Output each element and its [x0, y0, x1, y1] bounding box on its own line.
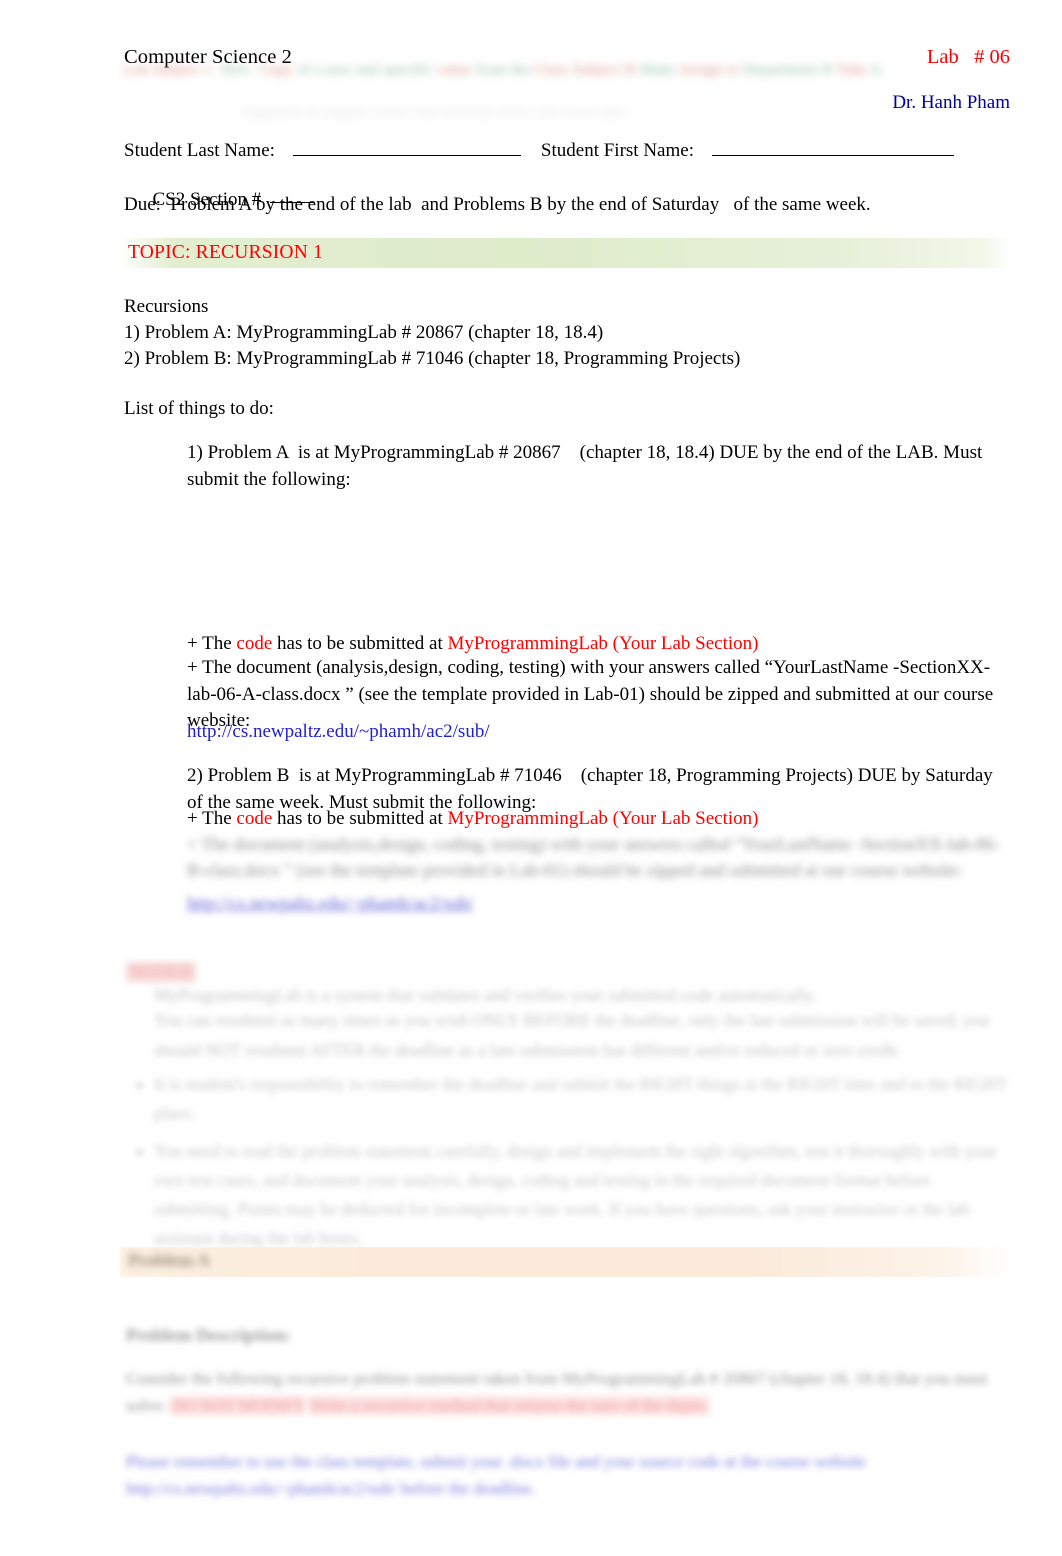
problem-section-banner: [120, 1247, 1010, 1277]
student-first-name-input[interactable]: [711, 154, 954, 156]
code-keyword: code: [236, 633, 273, 654]
student-first-name-label: Student First Name:: [540, 140, 694, 161]
problem-b-doc-bullet-blurred: + The document (analysis,design, coding,…: [187, 834, 1000, 880]
problem-b-submit-url-blurred: http://cs.newpaltz.edu/~phamh/ac2/sub/: [187, 893, 474, 913]
notice-tag: NOTICE: [126, 962, 197, 982]
course-title: Computer Science 2: [124, 46, 293, 68]
bullet-prefix: + The: [187, 808, 237, 829]
problem-a-line-1: 1) Problem A is at MyProgrammingLab # 20…: [187, 442, 983, 463]
problem-description-body: Consider the following recursive problem…: [126, 1365, 1010, 1419]
problem-a-line-2: submit the following:: [187, 468, 351, 490]
problem-a-code-bullet: + The code has to be submitted at MyProg…: [187, 631, 1010, 658]
intro-item-1: 1) Problem A: MyProgrammingLab # 20867 (…: [124, 322, 604, 343]
notice-bullet-list: It is student's responsibility to rememb…: [124, 1070, 1010, 1262]
bullet-mid: has to be submitted at: [272, 633, 448, 654]
problem-body-line-2: Write a recursive method that returns th…: [308, 1396, 710, 1415]
bullet-mid: has to be submitted at: [272, 808, 448, 829]
problem-body-line-1: Consider the following recursive problem…: [126, 1369, 988, 1415]
lab-number: Lab # 06: [926, 46, 1010, 68]
notice-bullets: It is student's responsibility to rememb…: [124, 1070, 1010, 1253]
problem-b-code-bullet: + The code has to be submitted at MyProg…: [187, 806, 1010, 833]
topic-banner: TOPIC: RECURSION 1: [120, 238, 1010, 268]
problem-a-intro: 1) Problem A is at MyProgrammingLab # 20…: [187, 440, 1010, 493]
notice-line-1: MyProgrammingLab is a system that valida…: [154, 985, 817, 1005]
problem-description-heading: Problem Description:: [126, 1325, 292, 1345]
problem-footer-text: Please remember to use the class templat…: [126, 1452, 867, 1498]
student-last-name-label: Student Last Name:: [124, 140, 275, 161]
header-subtitle-smudge: department of computer science state uni…: [244, 104, 625, 119]
code-keyword: code: [236, 808, 273, 829]
document-page: Computer Science 2 Lab # 06 Lab Subject …: [0, 0, 1062, 1556]
due-line: Due: Problem A by the end of the lab and…: [124, 194, 871, 215]
document-header: Computer Science 2 Lab # 06: [124, 46, 1010, 69]
notice-line-2: You can resubmit as many times as you wi…: [154, 1010, 990, 1060]
student-last-name-input[interactable]: [292, 154, 521, 156]
topic-banner-label: TOPIC: RECURSION 1: [128, 242, 324, 263]
list-item: You need to read the problem statement c…: [154, 1137, 1010, 1253]
list-item: It is student's responsibility to rememb…: [154, 1070, 1010, 1128]
mpl-target: MyProgrammingLab (Your Lab Section): [447, 633, 759, 654]
student-name-row: Student Last Name: Student First Name:: [124, 140, 1010, 162]
problem-body-warning: DO NOT MODIFY: [170, 1396, 305, 1415]
problem-section-footer: Please remember to use the class templat…: [126, 1448, 1010, 1502]
problem-a-submit-url[interactable]: http://cs.newpaltz.edu/~phamh/ac2/sub/: [187, 719, 1010, 746]
bullet-prefix: + The: [187, 633, 237, 654]
mpl-target: MyProgrammingLab (Your Lab Section): [447, 808, 759, 829]
submit-url-link[interactable]: http://cs.newpaltz.edu/~phamh/ac2/sub/: [187, 721, 490, 742]
intro-item-2: 2) Problem B: MyProgrammingLab # 71046 (…: [124, 348, 741, 369]
todo-heading: List of things to do:: [124, 398, 274, 419]
intro-heading: Recursions: [124, 296, 209, 317]
problem-b-line-1: 2) Problem B is at MyProgrammingLab # 71…: [187, 765, 993, 786]
